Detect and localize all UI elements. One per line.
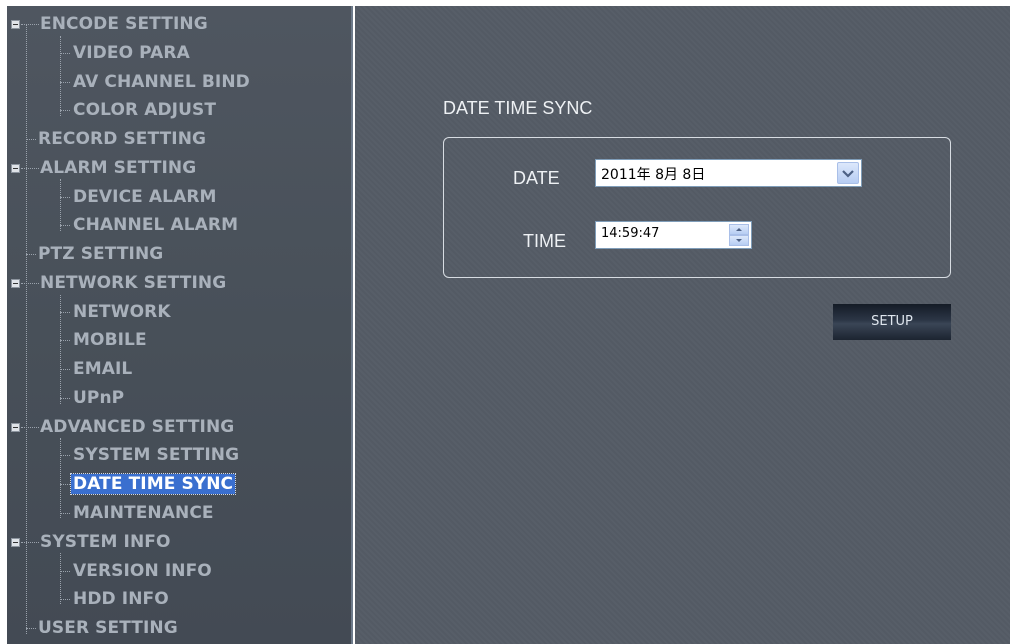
tree-line [60,369,70,370]
tree-item-label: SYSTEM SETTING [73,445,240,465]
tree-line [21,542,39,543]
date-value: 2011年 8月 8日 [601,167,706,183]
tree-item-version-info[interactable]: VERSION INFO [73,559,212,583]
tree-item-ptz-setting[interactable]: PTZ SETTING [38,242,163,266]
tree-item-label: NETWORK SETTING [40,273,227,293]
tree-line [60,179,61,231]
tree-item-label: UPnP [73,388,125,408]
dropdown-button[interactable] [837,162,859,184]
tree-item-channel-alarm[interactable]: CHANNEL ALARM [73,213,238,237]
tree-item-label: SYSTEM INFO [40,532,171,552]
tree-item-label: DEVICE ALARM [73,187,217,207]
tree-item-advanced-setting[interactable]: ADVANCED SETTING [40,415,234,439]
arrow-down-icon [736,239,742,242]
tree-line [60,225,70,226]
collapse-toggle-icon[interactable] [11,423,20,432]
tree-item-video-para[interactable]: VIDEO PARA [73,41,190,65]
tree-item-label: RECORD SETTING [38,129,207,149]
spin-up-button[interactable] [729,224,749,235]
tree-item-label: AV CHANNEL BIND [73,72,250,92]
chevron-down-icon [842,170,854,178]
tree-item-label: VERSION INFO [73,561,212,581]
collapse-toggle-icon[interactable] [11,20,20,29]
tree-item-system-info[interactable]: SYSTEM INFO [40,530,171,554]
tree-item-network[interactable]: NETWORK [73,300,171,324]
tree-line [60,571,70,572]
tree-item-label: EMAIL [73,359,133,379]
tree-line [26,139,36,140]
date-picker[interactable]: 2011年 8月 8日 [595,159,862,187]
tree-line [21,283,39,284]
tree-line [60,484,70,485]
collapse-toggle-icon[interactable] [11,279,20,288]
tree-item-network-setting[interactable]: NETWORK SETTING [40,271,226,295]
tree-item-label: PTZ SETTING [38,244,164,264]
tree-item-label: DATE TIME SYNC [69,473,237,495]
setup-button[interactable]: SETUP [833,304,951,340]
tree-item-record-setting[interactable]: RECORD SETTING [38,127,206,151]
tree-line [60,599,70,600]
tree-line [60,53,70,54]
time-label: TIME [523,231,566,251]
sidebar-tree: ENCODE SETTING VIDEO PARA AV CHANNEL BIN… [7,6,353,644]
tree-line [60,455,70,456]
tree-line [21,427,39,428]
tree-item-label: NETWORK [73,302,171,322]
time-value: 14:59:47 [601,226,660,241]
tree-item-label: ENCODE SETTING [40,14,208,34]
tree-item-label: HDD INFO [73,589,169,609]
tree-item-label: ADVANCED SETTING [40,417,235,437]
tree-item-av-channel-bind[interactable]: AV CHANNEL BIND [73,70,250,94]
tree-item-label: VIDEO PARA [73,43,190,63]
tree-item-label: ALARM SETTING [40,158,197,178]
tree-item-label: COLOR ADJUST [73,100,217,120]
tree-item-system-setting[interactable]: SYSTEM SETTING [73,443,239,467]
tree-line [21,24,39,25]
tree-item-date-time-sync[interactable]: DATE TIME SYNC [69,472,237,496]
section-title: DATE TIME SYNC [443,98,593,118]
tree-item-mobile[interactable]: MOBILE [73,328,147,352]
tree-line [60,513,70,514]
collapse-toggle-icon[interactable] [11,164,20,173]
arrow-up-icon [736,228,742,231]
tree-item-alarm-setting[interactable]: ALARM SETTING [40,156,196,180]
tree-line [60,553,61,604]
tree-item-label: MOBILE [73,330,147,350]
tree-item-encode-setting[interactable]: ENCODE SETTING [40,12,208,36]
main-panel: DATE TIME SYNC DATE 2011年 8月 8日 TIME 14:… [355,6,1010,644]
tree-line [60,197,70,198]
tree-line [60,82,70,83]
tree-item-label: CHANNEL ALARM [73,215,239,235]
tree-item-upnp[interactable]: UPnP [73,386,124,410]
tree-line [26,254,36,255]
tree-item-color-adjust[interactable]: COLOR ADJUST [73,98,216,122]
tree-line [60,398,70,399]
tree-item-label: MAINTENANCE [73,503,214,523]
tree-line [60,340,70,341]
app-frame: ENCODE SETTING VIDEO PARA AV CHANNEL BIN… [0,0,1010,644]
tree-line [60,312,70,313]
time-spinner[interactable]: 14:59:47 [595,221,752,249]
tree-item-user-setting[interactable]: USER SETTING [38,616,178,640]
date-label: DATE [513,168,560,188]
tree-line [60,438,61,518]
tree-line [26,628,36,629]
spin-down-button[interactable] [729,235,749,246]
tree-item-maintenance[interactable]: MAINTENANCE [73,501,214,525]
tree-item-hdd-info[interactable]: HDD INFO [73,587,169,611]
tree-item-email[interactable]: EMAIL [73,357,132,381]
tree-item-label: USER SETTING [38,618,178,638]
tree-line [60,36,61,116]
tree-item-device-alarm[interactable]: DEVICE ALARM [73,185,217,209]
tree-line [21,168,39,169]
collapse-toggle-icon[interactable] [11,538,20,547]
tree-line [60,110,70,111]
